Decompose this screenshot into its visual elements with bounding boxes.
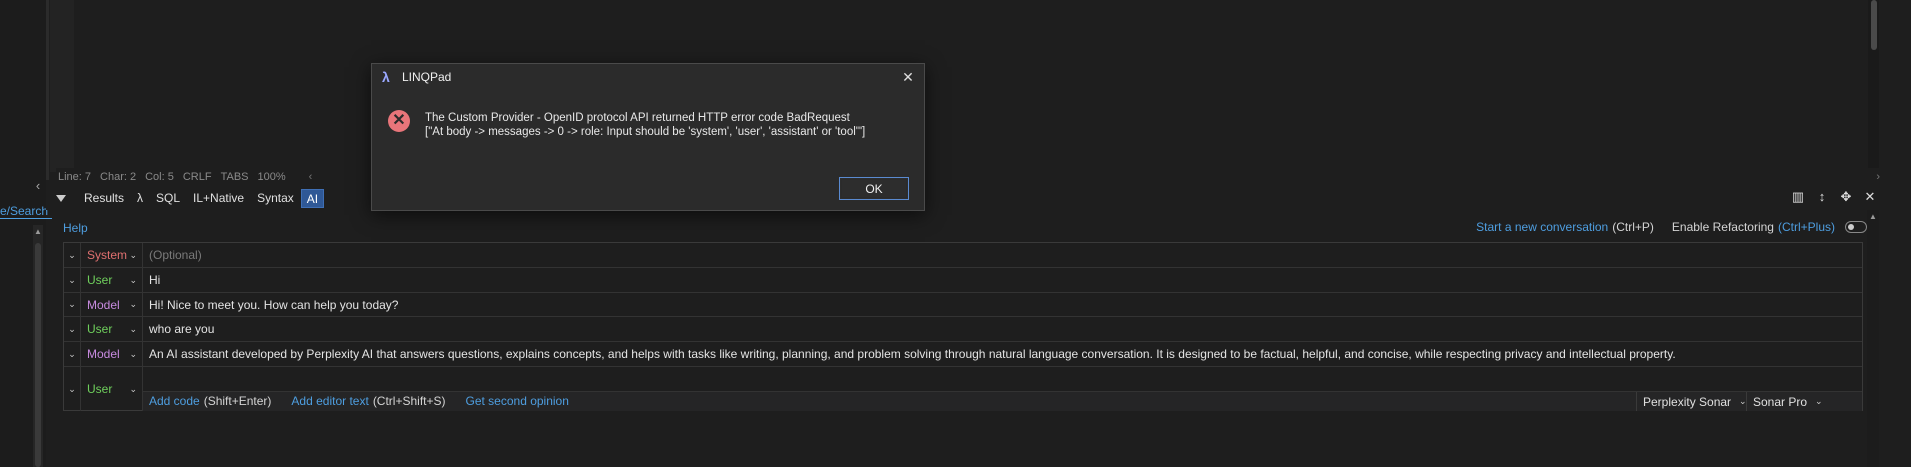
conversation-table: ⌄ System ⌄ (Optional) ⌄ User ⌄ Hi ⌄ Model ⌄…: [63, 242, 1863, 411]
role-selector[interactable]: System ⌄: [81, 243, 143, 267]
add-code-link[interactable]: Add code: [149, 394, 200, 408]
role-selector[interactable]: User ⌄: [81, 367, 143, 411]
output-panel-controls: ▥ ↕ ✥ ✕: [1791, 190, 1877, 204]
editor-gutter: [50, 0, 74, 172]
scroll-up-icon[interactable]: ▲: [1867, 212, 1879, 221]
chevron-down-icon: ⌄: [129, 323, 137, 334]
add-code-shortcut: (Shift+Enter): [203, 394, 272, 409]
split-layout-icon[interactable]: ▥: [1791, 190, 1805, 204]
get-second-opinion-link[interactable]: Get second opinion: [466, 394, 569, 408]
tab-syntax[interactable]: Syntax: [251, 189, 300, 208]
chevron-down-icon: ⌄: [129, 348, 137, 359]
model-select[interactable]: Sonar Pro ⌄: [1746, 391, 1862, 411]
scroll-left-icon[interactable]: ‹: [309, 171, 313, 183]
output-tabs-bar: Results λ SQL IL+Native Syntax AI: [46, 186, 1879, 210]
role-selector[interactable]: Model ⌄: [81, 342, 143, 366]
undock-icon[interactable]: ✥: [1839, 190, 1853, 204]
enable-refactoring-shortcut: (Ctrl+Plus): [1777, 220, 1835, 234]
tab-il-native[interactable]: IL+Native: [187, 189, 250, 208]
message-input[interactable]: [143, 367, 1862, 392]
ok-button[interactable]: OK: [839, 177, 909, 200]
role-selector[interactable]: User ⌄: [81, 268, 143, 292]
start-conversation-shortcut: (Ctrl+P): [1612, 220, 1654, 234]
close-icon[interactable]: ✕: [900, 69, 916, 85]
output-vertical-scrollbar[interactable]: ▲: [1867, 210, 1879, 467]
message-text[interactable]: An AI assistant developed by Perplexity …: [143, 347, 1862, 361]
message-row: ⌄ User ⌄ who are you: [64, 317, 1862, 342]
code-editor[interactable]: [74, 0, 1868, 168]
chevron-down-icon[interactable]: ⌄: [64, 293, 81, 316]
role-selector[interactable]: User ⌄: [81, 317, 143, 341]
tab-results[interactable]: Results: [78, 189, 130, 208]
status-col: Col: 5: [145, 171, 174, 183]
close-panel-icon[interactable]: ✕: [1863, 190, 1877, 204]
system-prompt-input[interactable]: (Optional): [143, 248, 1862, 262]
left-panel-link[interactable]: e/Search: [0, 204, 53, 219]
collapse-left-panel-icon[interactable]: ‹: [30, 178, 46, 194]
editor-scroll-thumb[interactable]: [1871, 0, 1877, 50]
enable-refactoring-label: Enable Refactoring: [1671, 220, 1774, 234]
scroll-right-icon[interactable]: ›: [1876, 171, 1880, 183]
linqpad-window: ‹ e/Search ▲ Line: 7 Char: 2 Col: 5 CRLF…: [0, 0, 1911, 467]
chevron-down-icon[interactable]: ⌄: [64, 243, 81, 267]
provider-select[interactable]: Perplexity Sonar ⌄: [1636, 391, 1747, 411]
dialog-title: LINQPad: [402, 70, 452, 84]
left-panel-scrollbar[interactable]: ▲: [33, 225, 43, 467]
start-new-conversation-link[interactable]: Start a new conversation: [1476, 220, 1608, 234]
dialog-message-line1: The Custom Provider - OpenID protocol AP…: [425, 112, 850, 124]
chevron-down-icon[interactable]: ⌄: [64, 367, 81, 411]
scroll-up-icon[interactable]: ▲: [33, 227, 43, 236]
message-row: ⌄ User ⌄ Hi: [64, 268, 1862, 293]
conversation-controls: Start a new conversation (Ctrl+P) Enable…: [1476, 220, 1867, 234]
error-dialog: λ LINQPad ✕ ✕ The Custom Provider - Open…: [371, 63, 925, 211]
message-footer: Add code (Shift+Enter) Add editor text (…: [143, 391, 1862, 411]
linqpad-logo-icon: λ: [382, 69, 390, 85]
message-row: ⌄ User ⌄ Add code (Shift+Enter) Add edito…: [64, 367, 1862, 411]
message-row: ⌄ Model ⌄ Hi! Nice to meet you. How can h…: [64, 293, 1862, 317]
chevron-down-icon[interactable]: ⌄: [64, 317, 81, 341]
message-text[interactable]: who are you: [143, 322, 1862, 336]
tab-ai[interactable]: AI: [300, 188, 325, 208]
dialog-message-line2: ["At body -> messages -> 0 -> role: Inpu…: [425, 126, 866, 138]
status-zoom: 100%: [257, 171, 286, 183]
chevron-down-icon: ⌄: [129, 274, 137, 285]
chevron-down-icon: ⌄: [1815, 396, 1823, 407]
dialog-message: The Custom Provider - OpenID protocol AP…: [425, 111, 865, 139]
message-row: ⌄ Model ⌄ An AI assistant developed by Pe…: [64, 342, 1862, 367]
splitter[interactable]: [46, 0, 49, 180]
add-editor-text-link[interactable]: Add editor text: [291, 394, 368, 408]
message-text[interactable]: Hi! Nice to meet you. How can help you t…: [143, 298, 1862, 312]
chevron-down-icon: ⌄: [129, 299, 137, 309]
chevron-down-icon[interactable]: ⌄: [64, 342, 81, 366]
chevron-down-icon: ⌄: [129, 249, 137, 260]
error-icon: ✕: [388, 110, 410, 132]
status-char: Char: 2: [100, 171, 137, 183]
editor-status-bar: Line: 7 Char: 2 Col: 5 CRLF TABS 100% ‹ …: [56, 168, 1880, 186]
ai-header-row: Start a new conversation (Ctrl+P) Enable…: [63, 220, 1867, 234]
message-text[interactable]: Hi: [143, 273, 1862, 287]
add-editor-text-shortcut: (Ctrl+Shift+S): [372, 394, 446, 409]
status-indent: TABS: [220, 171, 249, 183]
tab-lambda[interactable]: λ: [131, 189, 149, 208]
move-panel-icon[interactable]: ↕: [1815, 190, 1829, 204]
status-eol: CRLF: [182, 171, 212, 183]
role-selector[interactable]: Model ⌄: [81, 293, 143, 316]
dialog-title-bar: λ LINQPad: [372, 64, 924, 90]
chevron-down-icon: ⌄: [129, 383, 137, 394]
message-row: ⌄ System ⌄ (Optional): [64, 243, 1862, 268]
scroll-thumb[interactable]: [35, 243, 41, 467]
new-message-area: Add code (Shift+Enter) Add editor text (…: [143, 367, 1862, 411]
tab-sql[interactable]: SQL: [150, 189, 186, 208]
collapse-output-icon[interactable]: [56, 194, 66, 202]
chevron-down-icon[interactable]: ⌄: [64, 268, 81, 292]
status-line: Line: 7: [58, 171, 92, 183]
enable-refactoring-toggle[interactable]: [1845, 221, 1867, 233]
